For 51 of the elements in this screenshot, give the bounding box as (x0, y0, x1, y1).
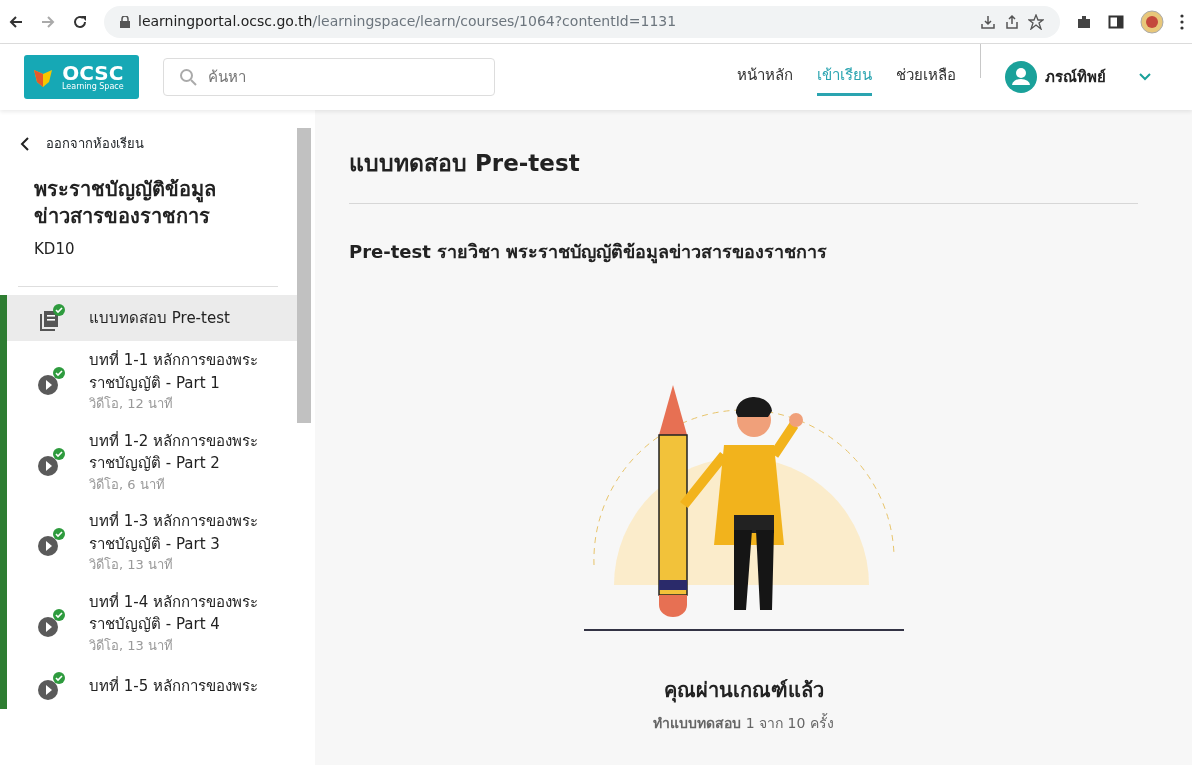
nav-link[interactable]: ช่วยเหลือ (896, 58, 956, 96)
play-icon (37, 366, 65, 397)
quiz-subtitle: Pre-test รายวิชา พระราชบัญญัติข้อมูลข่าวสารของราชการ (349, 239, 829, 265)
lesson-title: แบบทดสอบ Pre-test (89, 307, 231, 329)
lesson-title: บทที่ 1-3 หลักการของพระราชบัญญัติ - Part 3 (89, 510, 260, 555)
search-field[interactable]: ค้นหา (163, 58, 495, 96)
lesson-meta: วิดีโอ, 6 นาที (89, 475, 166, 494)
share-icon[interactable] (1004, 13, 1020, 30)
scrollbar[interactable] (297, 128, 311, 423)
play-icon (37, 527, 65, 558)
lesson-title: บทที่ 1-5 หลักการของพระ (89, 675, 260, 697)
lesson-item[interactable]: บทที่ 1-4 หลักการของพระราชบัญญัติ - Part 4 วิดีโอ, 13 นาที (0, 582, 297, 663)
page-title: แบบทดสอบ Pre-test (349, 149, 581, 178)
reload-icon[interactable] (72, 13, 88, 30)
play-icon (37, 446, 65, 477)
course-code: KD10 (33, 238, 76, 260)
url-text: learningportal.ocsc.go.th/learningspace/learn/courses/1064?contentId=1131 (138, 12, 678, 31)
back-arrow-icon[interactable] (8, 13, 24, 30)
lesson-item[interactable]: บทที่ 1-2 หลักการของพระราชบัญญัติ - Part 2 วิดีโอ, 6 นาที (0, 421, 297, 502)
star-icon[interactable] (1028, 13, 1044, 30)
download-icon[interactable] (980, 13, 996, 30)
logo-title: OCSC (62, 63, 124, 83)
play-icon (37, 607, 65, 638)
lesson-meta: วิดีโอ, 12 นาที (89, 395, 174, 413)
result-heading: คุณผ่านเกณฑ์แล้ว (662, 676, 825, 705)
lesson-title: บทที่ 1-1 หลักการของพระราชบัญญัติ - Part 1 (89, 349, 260, 394)
attempts-text: ทำแบบทดสอบ 1 จาก 10 ครั้ง (652, 712, 835, 733)
lesson-meta: วิดีโอ, 13 นาที (89, 636, 174, 655)
more-menu-icon[interactable] (1180, 13, 1184, 30)
chevron-left-icon (20, 136, 30, 151)
nav-link[interactable]: หน้าหลัก (737, 58, 793, 96)
lesson-item[interactable]: บทที่ 1-3 หลักการของพระราชบัญญัติ - Part 3 วิดีโอ, 13 นาที (0, 502, 297, 583)
search-icon (179, 68, 197, 86)
lesson-item[interactable]: แบบทดสอบ Pre-test (0, 295, 297, 341)
lesson-title: บทที่ 1-2 หลักการของพระราชบัญญัติ - Part 2 (89, 430, 260, 474)
address-bar[interactable]: learningportal.ocsc.go.th/learningspace/learn/courses/1064?contentId=1131 (104, 5, 1060, 38)
user-name[interactable]: ภรณ์ทิพย์ (1045, 65, 1106, 89)
side-panel-icon[interactable] (1108, 13, 1124, 30)
quiz-document-icon (37, 303, 65, 333)
lesson-meta: วิดีโอ, 13 นาที (89, 556, 174, 574)
chevron-down-icon[interactable] (1138, 72, 1152, 82)
profile-emblem-icon[interactable] (1140, 9, 1164, 34)
user-avatar-icon[interactable] (1005, 61, 1037, 93)
back-link[interactable]: ออกจากห้องเรียน (0, 110, 315, 154)
play-icon (37, 671, 65, 701)
lock-icon (120, 15, 130, 28)
lesson-item[interactable]: บทที่ 1-1 หลักการของพระราชบัญญัติ - Part 1 วิดีโอ, 12 นาที (0, 341, 297, 422)
course-title: พระราชบัญญัติข้อมูลข่าวสารของราชการ (33, 175, 217, 230)
lesson-item[interactable]: บทที่ 1-5 หลักการของพระ (0, 663, 297, 709)
lesson-title: บทที่ 1-4 หลักการของพระราชบัญญัติ - Part 4 (89, 591, 260, 635)
logo-subtitle: Learning Space (62, 83, 124, 91)
